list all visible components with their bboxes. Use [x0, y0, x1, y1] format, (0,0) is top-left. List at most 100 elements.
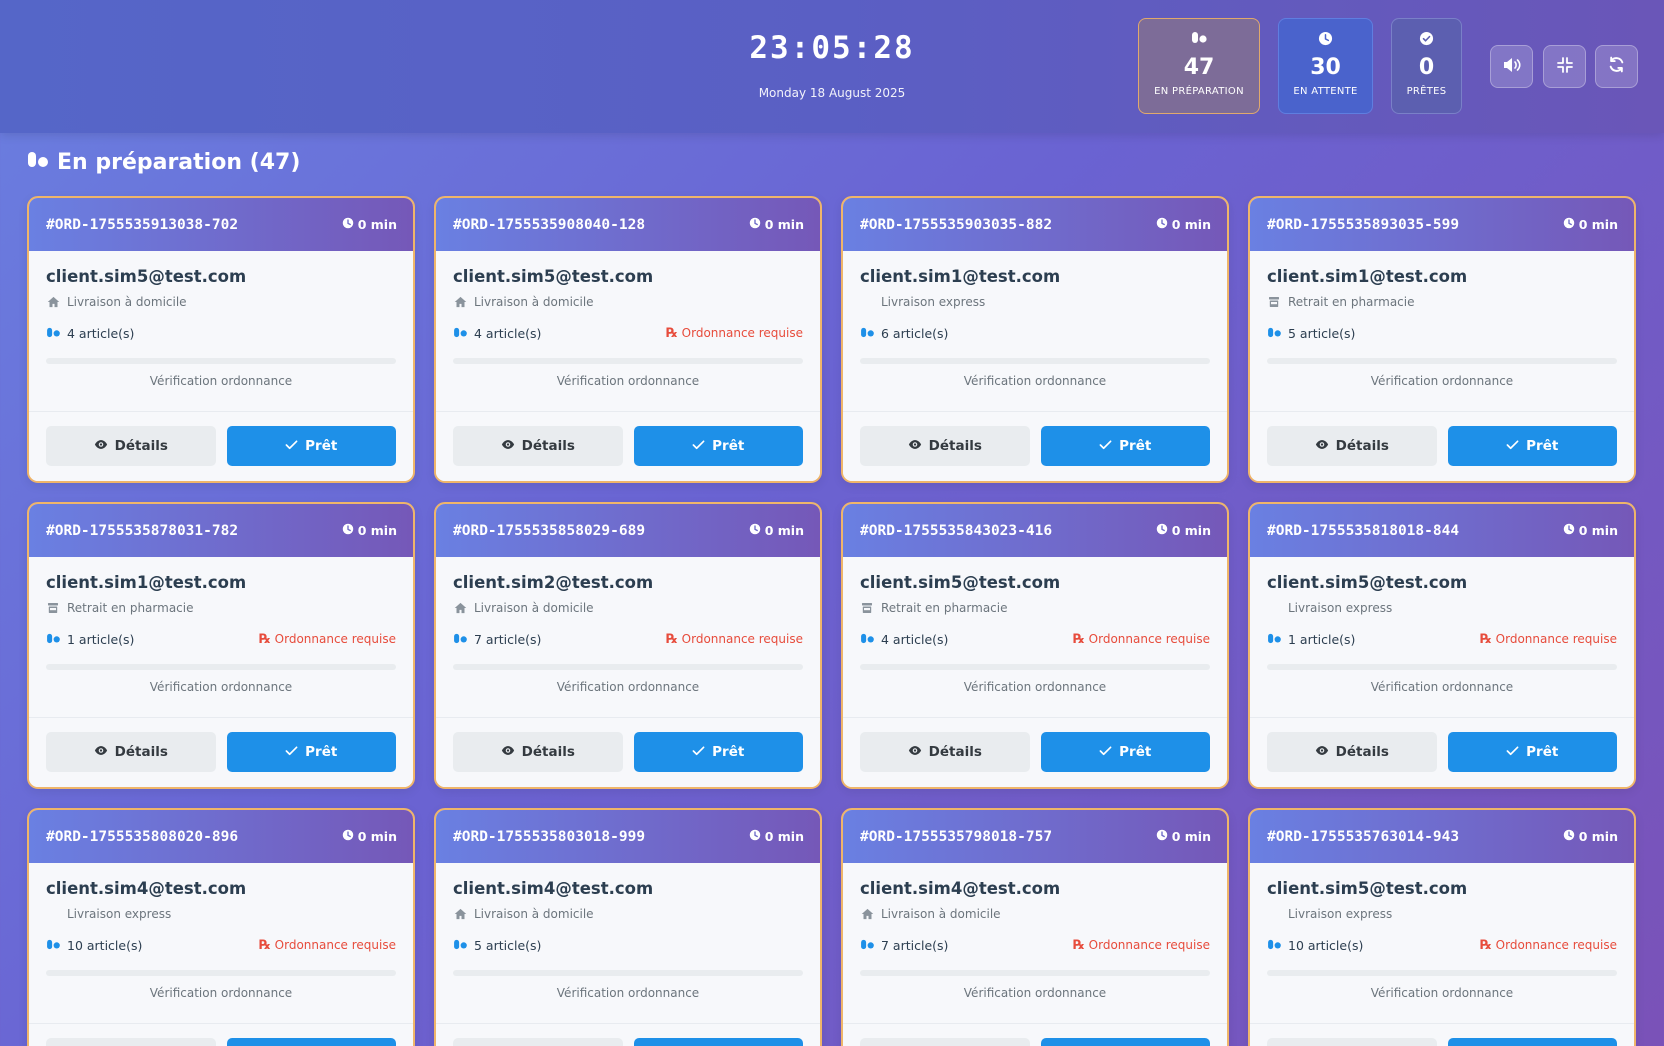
- order-elapsed: 0 min: [764, 829, 804, 844]
- fullscreen-toggle-button[interactable]: [1543, 45, 1586, 88]
- details-button[interactable]: Détails: [46, 426, 216, 466]
- delivery-icon: [860, 295, 874, 309]
- orders-grid: #ORD-1755535913038-702 0 min client.sim5…: [27, 196, 1639, 1046]
- clock-icon: [1563, 523, 1575, 538]
- prescription-label: Ordonnance requise: [1495, 938, 1617, 952]
- clock-icon: [1563, 217, 1575, 232]
- order-id: #ORD-1755535808020-896: [46, 828, 239, 845]
- order-card-header: #ORD-1755535763014-943 0 min: [1250, 810, 1634, 863]
- order-card-header: #ORD-1755535843023-416 0 min: [843, 504, 1227, 557]
- order-card[interactable]: #ORD-1755535903035-882 0 min client.sim1…: [841, 196, 1229, 483]
- details-button[interactable]: Détails: [453, 1038, 623, 1046]
- prescription-label: Ordonnance requise: [681, 326, 803, 340]
- order-timer: 0 min: [1156, 523, 1211, 538]
- stat-label: EN PRÉPARATION: [1154, 86, 1244, 97]
- current-step: Vérification ordonnance: [963, 374, 1107, 388]
- stat-waiting[interactable]: 30 EN ATTENTE: [1278, 18, 1373, 114]
- order-card[interactable]: #ORD-1755535763014-943 0 min client.sim5…: [1248, 808, 1636, 1046]
- delivery-label: Livraison à domicile: [881, 907, 1001, 921]
- prescription-required-badge: ℞ Ordonnance requise: [666, 632, 803, 647]
- ready-button[interactable]: Prêt: [1040, 426, 1210, 466]
- order-card[interactable]: #ORD-1755535908040-128 0 min client.sim5…: [434, 196, 822, 483]
- ready-button[interactable]: Prêt: [1447, 1038, 1617, 1046]
- order-id: #ORD-1755535763014-943: [1267, 828, 1460, 845]
- ready-button[interactable]: Prêt: [1040, 1038, 1210, 1046]
- ready-button[interactable]: Prêt: [226, 732, 396, 772]
- delivery-label: Livraison express: [1288, 601, 1393, 615]
- client-email: client.sim5@test.com: [46, 267, 247, 286]
- pills-icon: [46, 326, 61, 341]
- items-label: 7 article(s): [881, 937, 949, 953]
- ready-label: Prêt: [1526, 438, 1559, 454]
- clock-icon: [749, 829, 761, 844]
- client-email: client.sim1@test.com: [1267, 267, 1468, 286]
- ready-button[interactable]: Prêt: [226, 1038, 396, 1046]
- progress-bar: [860, 970, 1210, 976]
- ready-button[interactable]: Prêt: [1040, 732, 1210, 772]
- prescription-icon: ℞: [1073, 631, 1085, 647]
- details-label: Détails: [521, 438, 575, 454]
- order-card[interactable]: #ORD-1755535818018-844 0 min client.sim5…: [1248, 502, 1636, 789]
- current-step: Vérification ordonnance: [1370, 986, 1514, 1000]
- home-icon: [453, 295, 467, 309]
- check-circle-icon: [1392, 29, 1461, 47]
- refresh-icon: [1608, 56, 1625, 77]
- client-email: client.sim5@test.com: [860, 573, 1061, 592]
- current-step: Vérification ordonnance: [556, 680, 700, 694]
- order-card[interactable]: #ORD-1755535808020-896 0 min client.sim4…: [27, 808, 415, 1046]
- order-elapsed: 0 min: [357, 523, 397, 538]
- stat-in-preparation[interactable]: 47 EN PRÉPARATION: [1138, 18, 1260, 114]
- prescription-icon: ℞: [1073, 937, 1085, 953]
- pills-icon: [860, 326, 875, 341]
- details-button[interactable]: Détails: [860, 426, 1030, 466]
- prescription-icon: ℞: [1480, 937, 1492, 953]
- eye-icon: [1315, 438, 1329, 454]
- order-timer: 0 min: [342, 217, 397, 232]
- delivery-label: Livraison à domicile: [474, 907, 594, 921]
- prescription-label: Ordonnance requise: [1088, 938, 1210, 952]
- order-card[interactable]: #ORD-1755535878031-782 0 min client.sim1…: [27, 502, 415, 789]
- stat-ready[interactable]: 0 PRÊTES: [1391, 18, 1462, 114]
- order-card[interactable]: #ORD-1755535893035-599 0 min client.sim1…: [1248, 196, 1636, 483]
- current-step: Vérification ordonnance: [149, 374, 293, 388]
- items-count: 4 article(s): [453, 326, 541, 341]
- details-button[interactable]: Détails: [1267, 1038, 1437, 1046]
- sound-toggle-button[interactable]: [1490, 45, 1533, 88]
- order-card-header: #ORD-1755535913038-702 0 min: [29, 198, 413, 251]
- details-button[interactable]: Détails: [46, 1038, 216, 1046]
- prescription-required-badge: ℞ Ordonnance requise: [1480, 938, 1617, 953]
- order-card[interactable]: #ORD-1755535858029-689 0 min client.sim2…: [434, 502, 822, 789]
- details-button[interactable]: Détails: [453, 426, 623, 466]
- refresh-button[interactable]: [1595, 45, 1638, 88]
- details-button[interactable]: Détails: [1267, 426, 1437, 466]
- client-email: client.sim2@test.com: [453, 573, 654, 592]
- ready-button[interactable]: Prêt: [633, 1038, 803, 1046]
- order-card[interactable]: #ORD-1755535798018-757 0 min client.sim4…: [841, 808, 1229, 1046]
- check-icon: [1099, 744, 1112, 760]
- current-step: Vérification ordonnance: [1370, 374, 1514, 388]
- details-button[interactable]: Détails: [1267, 732, 1437, 772]
- order-card[interactable]: #ORD-1755535843023-416 0 min client.sim5…: [841, 502, 1229, 789]
- ready-button[interactable]: Prêt: [1447, 732, 1617, 772]
- stat-value: 30: [1310, 55, 1341, 80]
- details-button[interactable]: Détails: [860, 1038, 1030, 1046]
- delivery-mode: Livraison express: [46, 906, 396, 922]
- items-count: 10 article(s): [1267, 938, 1363, 953]
- client-email: client.sim5@test.com: [1267, 879, 1468, 898]
- ready-button[interactable]: Prêt: [226, 426, 396, 466]
- ready-button[interactable]: Prêt: [1447, 426, 1617, 466]
- details-button[interactable]: Détails: [46, 732, 216, 772]
- details-button[interactable]: Détails: [860, 732, 1030, 772]
- items-count: 1 article(s): [1267, 632, 1355, 647]
- store-icon: [46, 601, 60, 615]
- details-label: Détails: [928, 744, 982, 760]
- details-button[interactable]: Détails: [453, 732, 623, 772]
- ready-button[interactable]: Prêt: [633, 426, 803, 466]
- order-card[interactable]: #ORD-1755535803018-999 0 min client.sim4…: [434, 808, 822, 1046]
- clock-icon: [342, 217, 354, 232]
- order-card[interactable]: #ORD-1755535913038-702 0 min client.sim5…: [27, 196, 415, 483]
- order-id: #ORD-1755535893035-599: [1267, 216, 1460, 233]
- pills-icon: [1267, 326, 1282, 341]
- ready-button[interactable]: Prêt: [633, 732, 803, 772]
- clock-icon: [1156, 217, 1168, 232]
